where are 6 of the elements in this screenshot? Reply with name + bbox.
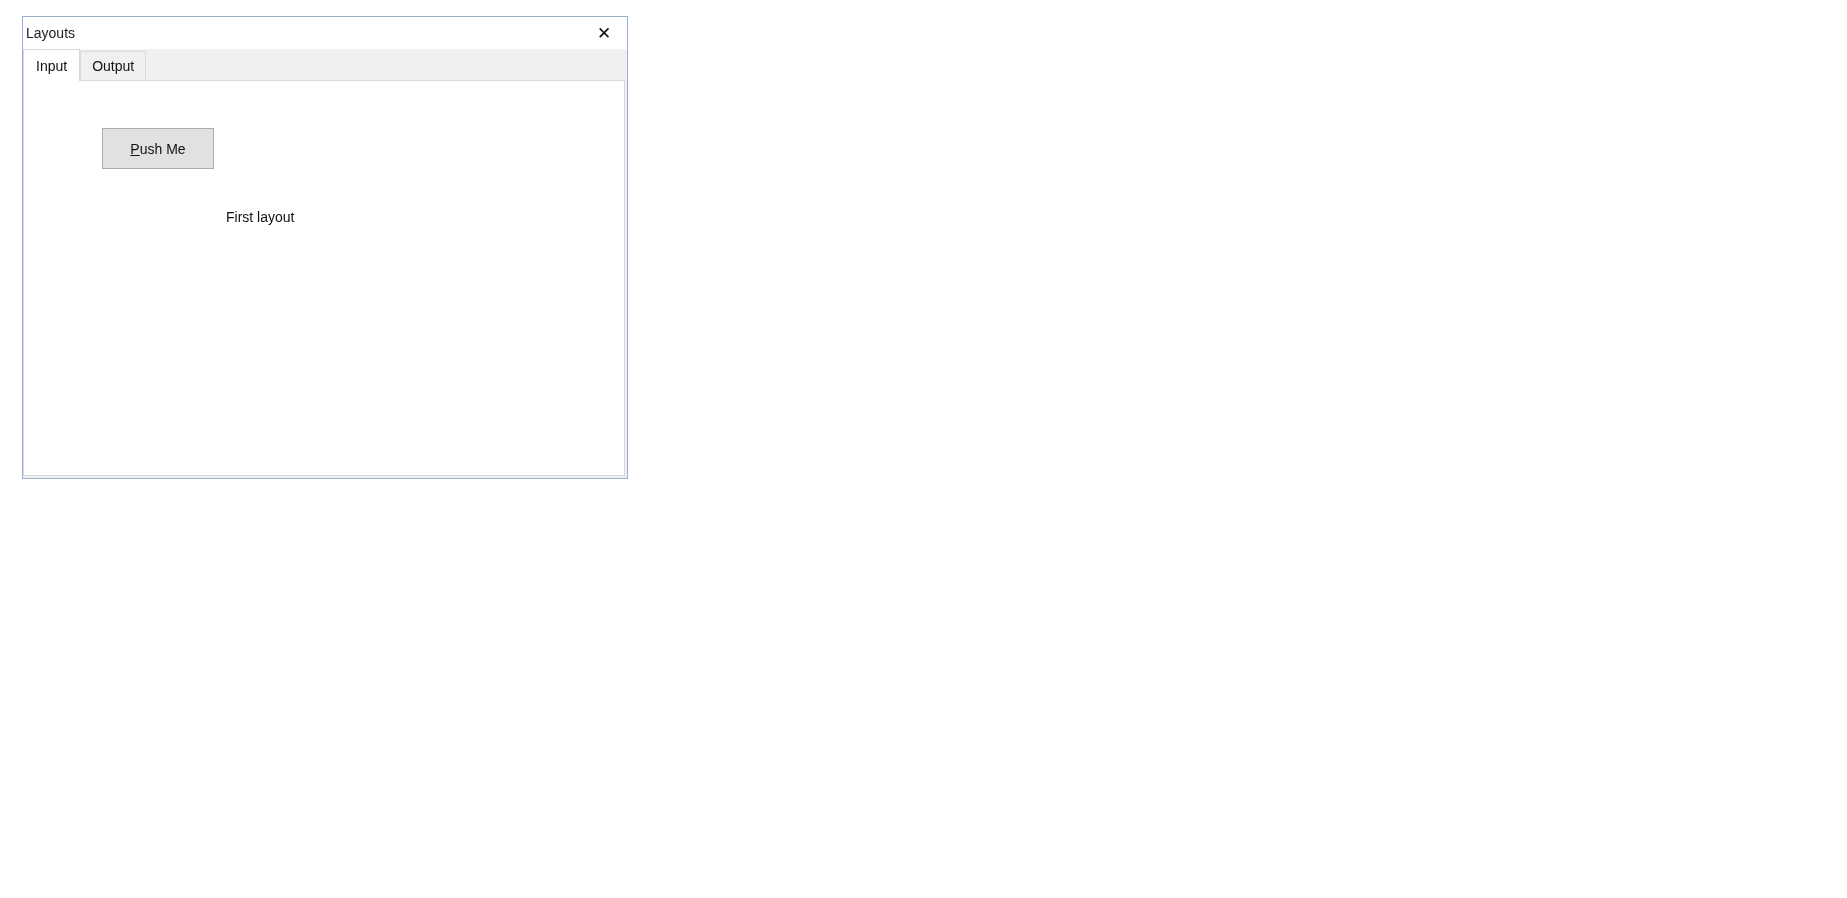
push-button[interactable]: Push Me [102,128,214,169]
window-title: Layouts [26,25,76,41]
layout-label: First layout [226,209,295,225]
tab[interactable]: Output [80,51,147,80]
tab[interactable]: Input [23,49,81,81]
close-button[interactable]: ✕ [581,17,627,49]
